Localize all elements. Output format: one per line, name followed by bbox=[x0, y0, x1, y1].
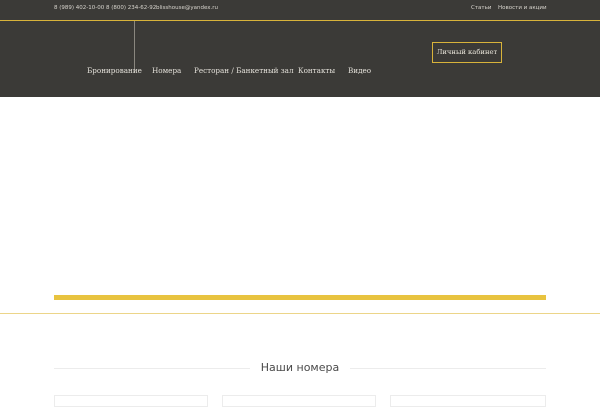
title-line-left bbox=[54, 368, 250, 369]
room-card[interactable] bbox=[390, 395, 546, 407]
articles-link[interactable]: Статьи bbox=[471, 5, 491, 11]
personal-cabinet-button[interactable]: Личный кабинет bbox=[432, 42, 502, 63]
nav-item-contacts[interactable]: Контакты bbox=[298, 66, 335, 75]
room-card[interactable] bbox=[54, 395, 208, 407]
hero-accent-bar bbox=[54, 295, 546, 300]
news-link[interactable]: Новости и акции bbox=[498, 5, 547, 11]
phone-numbers[interactable]: 8 (989) 402-10-00 8 (800) 234-62-92 bbox=[54, 5, 156, 11]
title-line-right bbox=[350, 368, 546, 369]
room-card[interactable] bbox=[222, 395, 376, 407]
nav-item-video[interactable]: Видео bbox=[348, 66, 371, 75]
nav-item-restaurant[interactable]: Ресторан / Банкетный зал bbox=[194, 66, 294, 75]
email-link[interactable]: blisshouse@yandex.ru bbox=[156, 5, 218, 11]
nav-item-rooms[interactable]: Номера bbox=[152, 66, 181, 75]
section-divider bbox=[0, 313, 600, 314]
top-bar: 8 (989) 402-10-00 8 (800) 234-62-92 blis… bbox=[0, 0, 600, 21]
site-header: 8 (989) 402-10-00 8 (800) 234-62-92 blis… bbox=[0, 0, 600, 97]
rooms-section-title: Наши номера bbox=[260, 361, 340, 374]
nav-item-booking[interactable]: Бронирование bbox=[87, 66, 142, 75]
